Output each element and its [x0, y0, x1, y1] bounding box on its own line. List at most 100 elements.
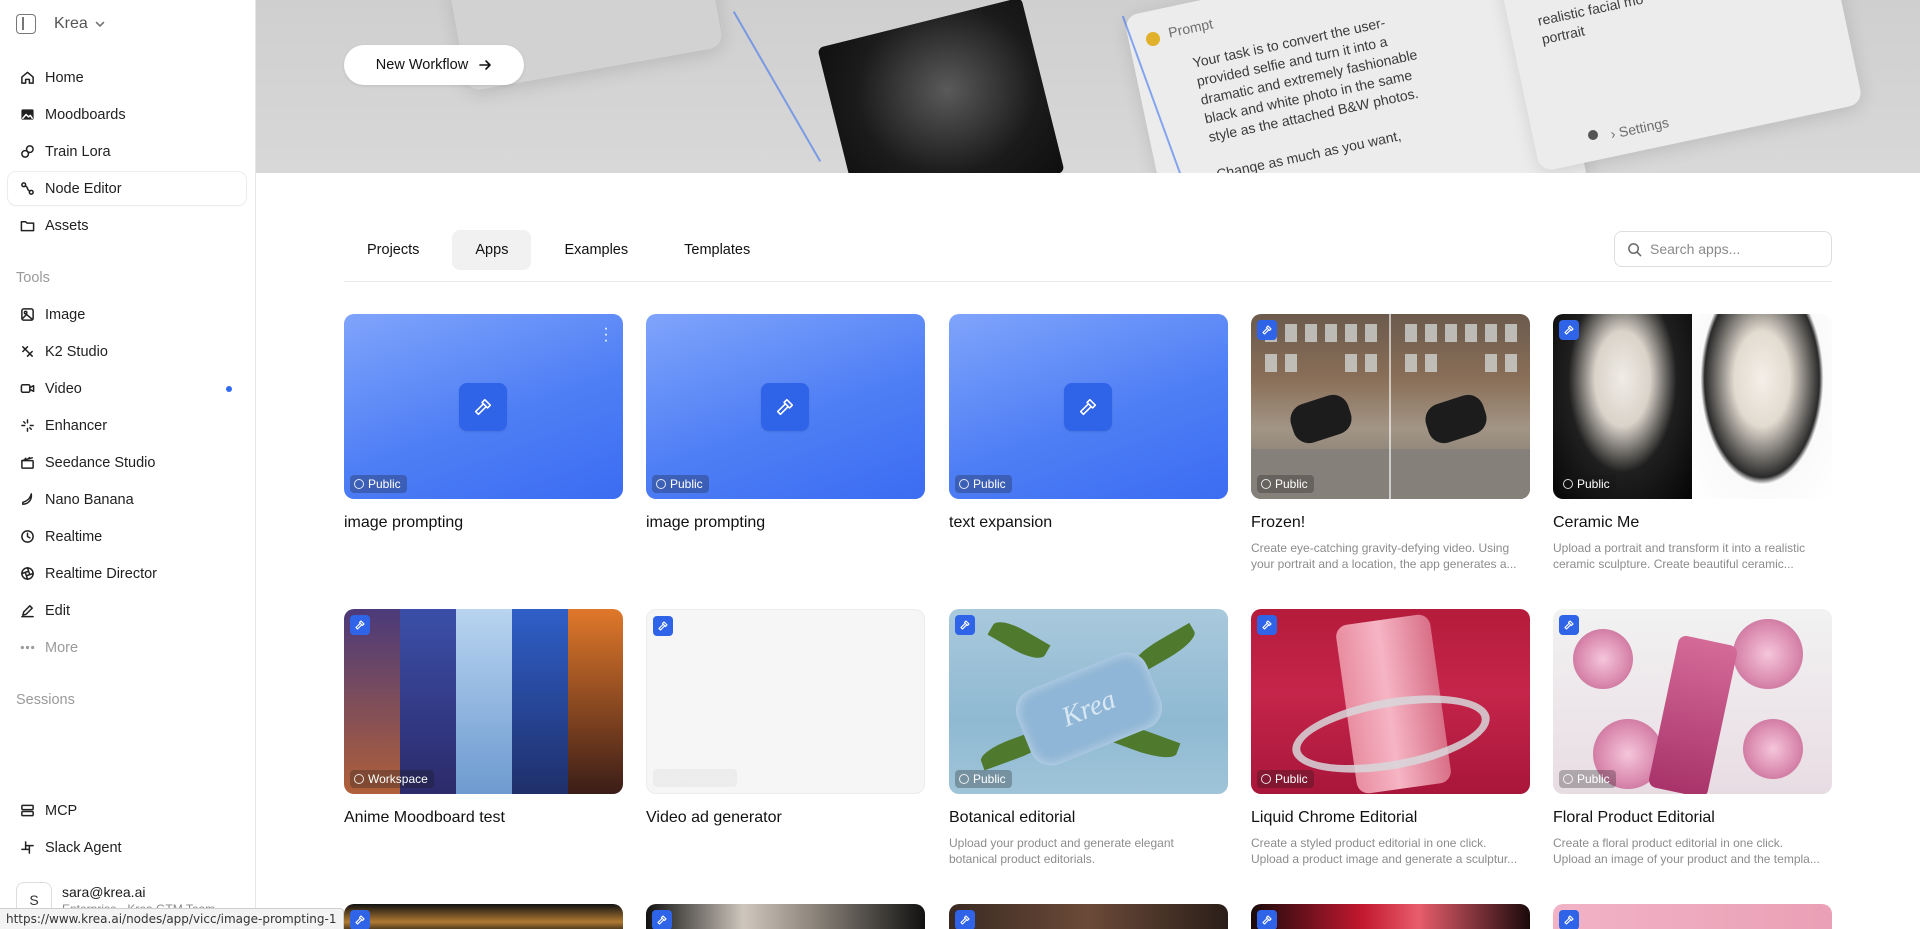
app-card[interactable]: Workspace Video ad generator [646, 609, 925, 827]
tab-apps[interactable]: Apps [452, 230, 532, 270]
visibility-badge: Public [350, 475, 407, 493]
sparkle-icon [19, 418, 35, 434]
hammer-icon [459, 383, 507, 431]
arrow-right-icon [479, 60, 491, 70]
app-card[interactable] [646, 904, 925, 929]
app-card[interactable]: · · · Public image prompting [344, 314, 623, 532]
nav-label: Slack Agent [45, 839, 122, 856]
hammer-icon [653, 616, 673, 636]
new-workflow-label: New Workflow [375, 57, 469, 73]
app-card[interactable]: Public Floral Product Editorial Create a… [1553, 609, 1832, 867]
tool-item-enhancer[interactable]: Enhancer [8, 409, 246, 442]
app-title: image prompting [344, 514, 464, 531]
new-workflow-button[interactable]: New Workflow [344, 45, 524, 85]
tool-label: Video [45, 380, 82, 397]
app-thumbnail: Krea Public [949, 609, 1228, 794]
hammer-icon [1559, 910, 1579, 929]
aperture-icon [19, 566, 35, 582]
app-title: Liquid Chrome Editorial [1251, 809, 1418, 826]
visibility-badge: Public [955, 475, 1012, 493]
hero-portrait-image [817, 0, 1065, 173]
app-title: Frozen! [1251, 514, 1306, 531]
hammer-icon [955, 615, 975, 635]
nav-label: Assets [45, 217, 89, 234]
tab-projects[interactable]: Projects [344, 230, 442, 270]
hero-connector-line [732, 11, 822, 162]
sidebar-toggle-icon[interactable] [16, 14, 36, 34]
visibility-badge: Public [1559, 475, 1616, 493]
hammer-icon [1559, 615, 1579, 635]
tool-item-k2-studio[interactable]: K2 Studio [8, 335, 246, 368]
globe-icon [1261, 479, 1271, 489]
more-icon [19, 640, 35, 656]
app-title: Floral Product Editorial [1553, 809, 1715, 826]
workspace-icon [354, 774, 364, 784]
app-card[interactable] [344, 904, 623, 929]
app-thumbnail: Public [1251, 314, 1530, 499]
app-thumbnail: Public [1251, 609, 1530, 794]
tab-templates[interactable]: Templates [661, 230, 773, 270]
globe-icon [354, 479, 364, 489]
bottom-nav: MCP Slack Agent [8, 794, 246, 868]
ceramic-sculpture-image [1692, 314, 1832, 499]
app-thumbnail [1251, 904, 1530, 929]
tool-item-edit[interactable]: Edit [8, 594, 246, 627]
app-card[interactable] [1251, 904, 1530, 929]
globe-icon [959, 774, 969, 784]
tool-label: More [45, 639, 79, 656]
nav-item-assets[interactable]: Assets [8, 209, 246, 242]
nav-item-train-lora[interactable]: Train Lora [8, 135, 246, 168]
tool-label: Realtime Director [45, 565, 157, 582]
tool-item-more[interactable]: More [8, 631, 246, 664]
app-thumbnail [344, 904, 623, 929]
nav-item-moodboards[interactable]: Moodboards [8, 98, 246, 131]
nav-item-mcp[interactable]: MCP [8, 794, 246, 827]
app-thumbnail: · · · Public [344, 314, 623, 499]
app-card[interactable]: Krea Public Botanical editorial Upload y… [949, 609, 1228, 867]
more-vertical-icon[interactable]: · · · [603, 321, 609, 349]
tools-nav: Image K2 Studio Video Enhancer Seedance … [8, 298, 246, 668]
nav-label: Node Editor [45, 180, 122, 197]
app-card[interactable] [1553, 904, 1832, 929]
app-card[interactable]: Public Liquid Chrome Editorial Create a … [1251, 609, 1530, 867]
tool-item-nano-banana[interactable]: Nano Banana [8, 483, 246, 516]
tool-item-seedance-studio[interactable]: Seedance Studio [8, 446, 246, 479]
app-card[interactable] [949, 904, 1228, 929]
visibility-badge: Public [1559, 770, 1616, 788]
tool-item-video[interactable]: Video [8, 372, 246, 405]
image-tool-icon [19, 307, 35, 323]
main-nav: Home Moodboards Train Lora Node Editor A… [8, 61, 246, 246]
app-description: Create a floral product editorial in one… [1553, 836, 1784, 850]
tool-item-image[interactable]: Image [8, 298, 246, 331]
app-card[interactable]: Public image prompting [646, 314, 925, 532]
edit-icon [19, 603, 35, 619]
app-description: Upload an image of your product and the … [1553, 852, 1820, 866]
globe-icon [1563, 774, 1573, 784]
search-icon [1628, 242, 1642, 256]
hammer-icon [350, 615, 370, 635]
tool-item-realtime-director[interactable]: Realtime Director [8, 557, 246, 590]
nav-label: Train Lora [45, 143, 111, 160]
link-preview-status: https://www.krea.ai/nodes/app/vicc/image… [0, 908, 344, 929]
nav-item-slack-agent[interactable]: Slack Agent [8, 831, 246, 864]
app-title: Botanical editorial [949, 809, 1076, 826]
hammer-icon [1257, 320, 1277, 340]
search-box [1614, 231, 1832, 267]
nav-item-node-editor[interactable]: Node Editor [8, 172, 246, 205]
search-input[interactable] [1650, 241, 1820, 257]
workspace-switcher[interactable]: Krea [54, 15, 106, 33]
tool-item-realtime[interactable]: Realtime [8, 520, 246, 553]
user-email: sara@krea.ai [62, 884, 146, 900]
app-thumbnail [646, 904, 925, 929]
liquid-chrome-preview-image [1251, 609, 1530, 794]
app-card[interactable]: Public Frozen! Create eye-catching gravi… [1251, 314, 1530, 572]
anime-moodboard-image [344, 609, 623, 794]
visibility-badge: Public [1257, 770, 1314, 788]
app-card[interactable]: Public text expansion [949, 314, 1228, 532]
hero-banner: Prompt Your task is to convert the user-… [256, 0, 1920, 173]
tab-examples[interactable]: Examples [541, 230, 651, 270]
app-card[interactable]: Public Ceramic Me Upload a portrait and … [1553, 314, 1832, 572]
app-card[interactable]: Workspace Anime Moodboard test [344, 609, 623, 827]
nav-item-home[interactable]: Home [8, 61, 246, 94]
hammer-icon [350, 910, 370, 929]
